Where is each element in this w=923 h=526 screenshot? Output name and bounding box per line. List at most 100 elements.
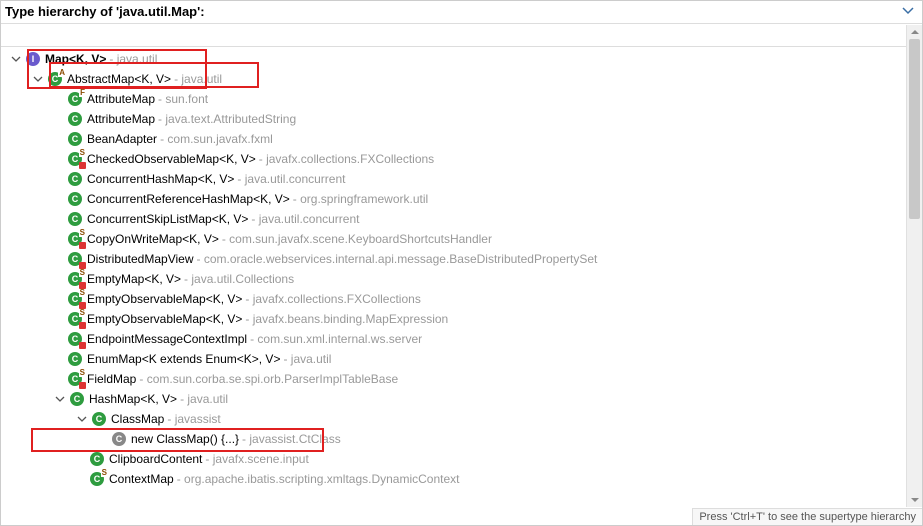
tree-row[interactable]: CSCopyOnWriteMap<K, V> - com.sun.javafx.…	[3, 229, 922, 249]
type-name: FieldMap	[87, 372, 136, 386]
class-icon: C	[67, 211, 83, 227]
modifier-decorator: A	[58, 69, 66, 77]
hierarchy-tree[interactable]: IMap<K, V> - java.utilCAAbstractMap<K, V…	[1, 47, 922, 525]
type-name: EndpointMessageContextImpl	[87, 332, 247, 346]
type-name: EnumMap<K extends Enum<K>, V>	[87, 352, 280, 366]
private-lock-decorator	[79, 162, 86, 169]
class-icon: CS	[67, 311, 83, 327]
interface-icon: I	[25, 51, 41, 67]
type-name: EmptyObservableMap<K, V>	[87, 312, 242, 326]
package-label: - java.util	[180, 392, 228, 406]
package-label: - java.util.Collections	[184, 272, 294, 286]
class-icon: CA	[47, 71, 63, 87]
class-icon: CS	[67, 291, 83, 307]
tree-row[interactable]: CClipboardContent - javafx.scene.input	[3, 449, 922, 469]
package-label: - sun.font	[158, 92, 208, 106]
tree-row[interactable]: C BeanAdapter - com.sun.javafx.fxml	[3, 129, 922, 149]
type-name: ClassMap	[111, 412, 164, 426]
modifier-decorator: S	[101, 469, 108, 477]
tree-row[interactable]: IMap<K, V> - java.util	[3, 49, 922, 69]
modifier-decorator: S	[79, 269, 86, 277]
tree-row[interactable]: CSEmptyObservableMap<K, V> - javafx.coll…	[3, 289, 922, 309]
tree-row[interactable]: C ConcurrentSkipListMap<K, V> - java.util…	[3, 209, 922, 229]
class-icon: CS	[67, 231, 83, 247]
tree-row[interactable]: C ConcurrentHashMap<K, V> - java.util.con…	[3, 169, 922, 189]
tree-row[interactable]: CConcurrentReferenceHashMap<K, V> - org.…	[3, 189, 922, 209]
type-name: ConcurrentSkipListMap<K, V>	[87, 212, 248, 226]
class-icon: C	[91, 411, 107, 427]
private-lock-decorator	[79, 382, 86, 389]
type-name: new ClassMap() {...}	[131, 432, 239, 446]
package-label: - org.apache.ibatis.scripting.xmltags.Dy…	[177, 472, 460, 486]
header: Type hierarchy of 'java.util.Map':	[1, 1, 922, 23]
type-name: HashMap<K, V>	[89, 392, 177, 406]
view-menu-button[interactable]	[900, 3, 916, 19]
type-name: CheckedObservableMap<K, V>	[87, 152, 256, 166]
type-name: DistributedMapView	[87, 252, 194, 266]
package-label: - com.sun.javafx.scene.KeyboardShortcuts…	[222, 232, 492, 246]
package-label: - java.util.concurrent	[251, 212, 359, 226]
tree-row[interactable]: CS FieldMap - com.sun.corba.se.spi.orb.Pa…	[3, 369, 922, 389]
modifier-decorator: S	[79, 229, 86, 237]
package-label: - javafx.collections.FXCollections	[259, 152, 434, 166]
scroll-up-arrow[interactable]	[907, 25, 922, 39]
type-name: AbstractMap<K, V>	[67, 72, 171, 86]
expander-open-icon[interactable]	[53, 392, 67, 406]
class-icon: CS	[89, 471, 105, 487]
package-label: - com.sun.corba.se.spi.orb.ParserImplTab…	[139, 372, 398, 386]
private-lock-decorator	[79, 242, 86, 249]
anonymous-class-icon: C	[111, 431, 127, 447]
tree-row[interactable]: CSEmptyMap<K, V> - java.util.Collections	[3, 269, 922, 289]
expander-open-icon[interactable]	[31, 72, 45, 86]
tree-row[interactable]: C EndpointMessageContextImpl - com.sun.xm…	[3, 329, 922, 349]
type-name: ClipboardContent	[109, 452, 202, 466]
tree-row[interactable]: CSEmptyObservableMap<K, V> - javafx.bean…	[3, 309, 922, 329]
tree-row[interactable]: CS CheckedObservableMap<K, V> - javafx.co…	[3, 149, 922, 169]
type-name: ConcurrentHashMap<K, V>	[87, 172, 234, 186]
type-name: BeanAdapter	[87, 132, 157, 146]
package-label: - javafx.collections.FXCollections	[245, 292, 420, 306]
class-icon: CF	[67, 91, 83, 107]
class-icon: CS	[67, 371, 83, 387]
class-icon: CS	[67, 151, 83, 167]
tree-row[interactable]: CF AttributeMap - sun.font	[3, 89, 922, 109]
tree-row[interactable]: CAttributeMap - java.text.AttributedStri…	[3, 109, 922, 129]
expander-open-icon[interactable]	[9, 52, 23, 66]
class-icon: C	[89, 451, 105, 467]
class-icon: C	[67, 191, 83, 207]
tree-row[interactable]: CEnumMap<K extends Enum<K>, V> - java.ut…	[3, 349, 922, 369]
class-icon: C	[67, 131, 83, 147]
type-hierarchy-view: Type hierarchy of 'java.util.Map': IMap<…	[0, 0, 923, 526]
tree-row[interactable]: CA AbstractMap<K, V> - java.util	[3, 69, 922, 89]
modifier-decorator: S	[79, 149, 86, 157]
package-label: - java.util	[174, 72, 222, 86]
modifier-decorator: S	[79, 369, 86, 377]
class-icon: C	[67, 111, 83, 127]
class-icon: C	[67, 331, 83, 347]
class-icon: C	[67, 171, 83, 187]
scroll-thumb[interactable]	[909, 39, 920, 219]
class-icon: CS	[67, 271, 83, 287]
package-label: - javassist.CtClass	[242, 432, 341, 446]
class-icon: C	[69, 391, 85, 407]
toolbar	[1, 23, 922, 47]
tree-row[interactable]: C ClassMap - javassist	[3, 409, 922, 429]
package-label: - java.text.AttributedString	[158, 112, 296, 126]
tree-row[interactable]: CDistributedMapView - com.oracle.webserv…	[3, 249, 922, 269]
vertical-scrollbar[interactable]	[906, 25, 922, 507]
tree-row[interactable]: CSContextMap - org.apache.ibatis.scripti…	[3, 469, 922, 489]
class-icon: C	[67, 251, 83, 267]
scroll-down-arrow[interactable]	[907, 493, 922, 507]
modifier-decorator: S	[79, 289, 86, 297]
modifier-decorator: F	[79, 89, 86, 97]
package-label: - java.util.concurrent	[237, 172, 345, 186]
package-label: - com.sun.javafx.fxml	[160, 132, 273, 146]
package-label: - com.sun.xml.internal.ws.server	[250, 332, 422, 346]
expander-open-icon[interactable]	[75, 412, 89, 426]
tree-row[interactable]: C HashMap<K, V> - java.util	[3, 389, 922, 409]
package-label: - org.springframework.util	[293, 192, 428, 206]
type-name: AttributeMap	[87, 92, 155, 106]
tree-row[interactable]: Cnew ClassMap() {...} - javassist.CtClas…	[3, 429, 922, 449]
package-label: - javassist	[167, 412, 220, 426]
class-icon: C	[67, 351, 83, 367]
